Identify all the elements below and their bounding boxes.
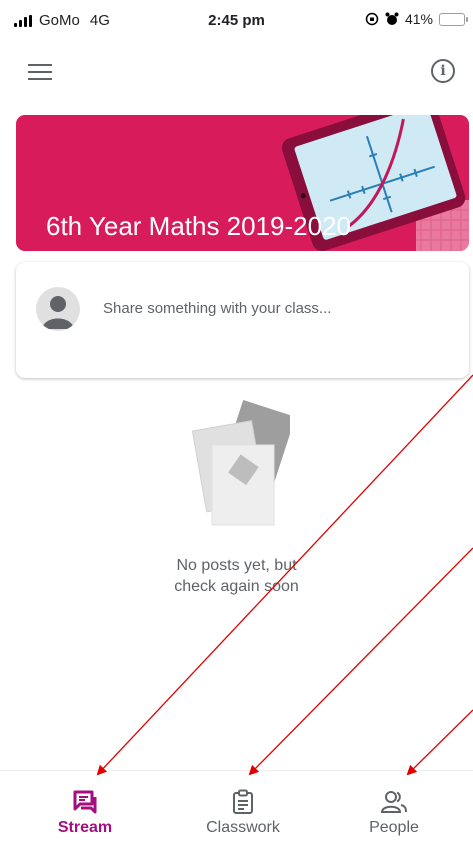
- share-post-card[interactable]: Share something with your class...: [16, 262, 469, 378]
- tab-stream-label: Stream: [57, 819, 113, 836]
- tab-classwork-label: Classwork: [206, 819, 280, 836]
- empty-state-message: No posts yet, but check again soon: [0, 555, 473, 597]
- status-right: 41%: [365, 11, 468, 27]
- bottom-navigation: Stream Classwork People: [0, 770, 473, 841]
- classwork-icon: [233, 789, 253, 814]
- battery-percent: 41%: [404, 11, 433, 27]
- arrow-to-people: [406, 709, 473, 776]
- tab-stream[interactable]: Stream: [6, 771, 164, 841]
- tab-people-label: People: [369, 819, 419, 836]
- tab-people[interactable]: People: [315, 771, 473, 841]
- info-icon[interactable]: i: [431, 59, 455, 83]
- battery-icon: [439, 12, 468, 26]
- empty-state-line-1: No posts yet, but: [176, 557, 297, 574]
- people-icon: [380, 791, 407, 813]
- tab-classwork[interactable]: Classwork: [164, 771, 322, 841]
- alarm-icon: [385, 12, 399, 25]
- stream-icon: [73, 790, 97, 814]
- share-placeholder: Share something with your class...: [103, 300, 332, 317]
- class-title: 6th Year Maths 2019-2020: [46, 211, 352, 241]
- class-banner[interactable]: 6th Year Maths 2019-2020: [16, 115, 469, 251]
- empty-stream-illustration: [191, 400, 290, 526]
- orientation-lock-icon: [365, 12, 379, 26]
- avatar: [36, 287, 80, 331]
- hamburger-menu-icon[interactable]: [28, 64, 52, 84]
- empty-state-line-2: check again soon: [174, 578, 299, 595]
- status-bar: GoMo 4G 2:45 pm 41%: [0, 0, 473, 44]
